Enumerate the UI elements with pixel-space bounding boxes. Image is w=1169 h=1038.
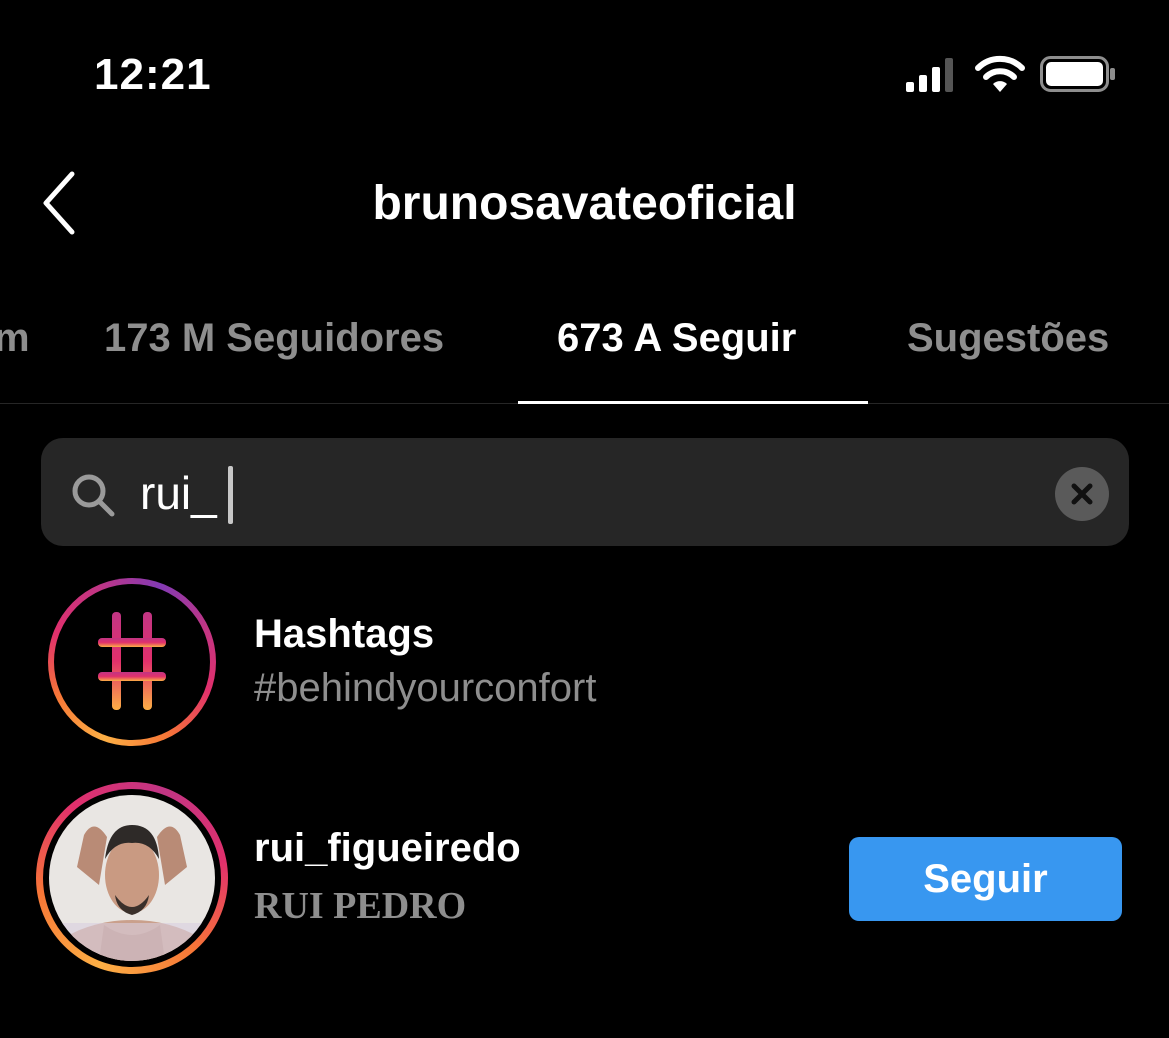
search-icon (72, 474, 115, 517)
result-subtitle-hashtag: #behindyourconfort (254, 666, 597, 710)
result-title-hashtags[interactable]: Hashtags (254, 612, 434, 657)
status-time: 12:21 (94, 50, 212, 99)
result-subtitle-fullname: RUI PEDRO (254, 885, 467, 927)
follow-button[interactable]: Seguir (849, 837, 1122, 921)
search-input[interactable]: rui_ (140, 466, 217, 520)
tab-following[interactable]: 673 A Seguir (557, 316, 796, 361)
wifi-icon (975, 55, 1025, 92)
battery-icon (1040, 56, 1115, 92)
signal-icon (906, 58, 953, 92)
page-title: brunosavateoficial (372, 177, 797, 230)
avatar[interactable] (49, 795, 215, 961)
text-caret (228, 466, 233, 524)
tab-partial[interactable]: m (0, 316, 30, 361)
clear-icon[interactable] (1055, 467, 1109, 521)
tab-suggestions[interactable]: Sugestões (907, 316, 1109, 361)
tab-followers[interactable]: 173 M Seguidores (104, 316, 444, 361)
result-title-username[interactable]: rui_figueiredo (254, 826, 521, 871)
hashtag-icon (98, 612, 166, 710)
active-tab-indicator (518, 401, 868, 404)
